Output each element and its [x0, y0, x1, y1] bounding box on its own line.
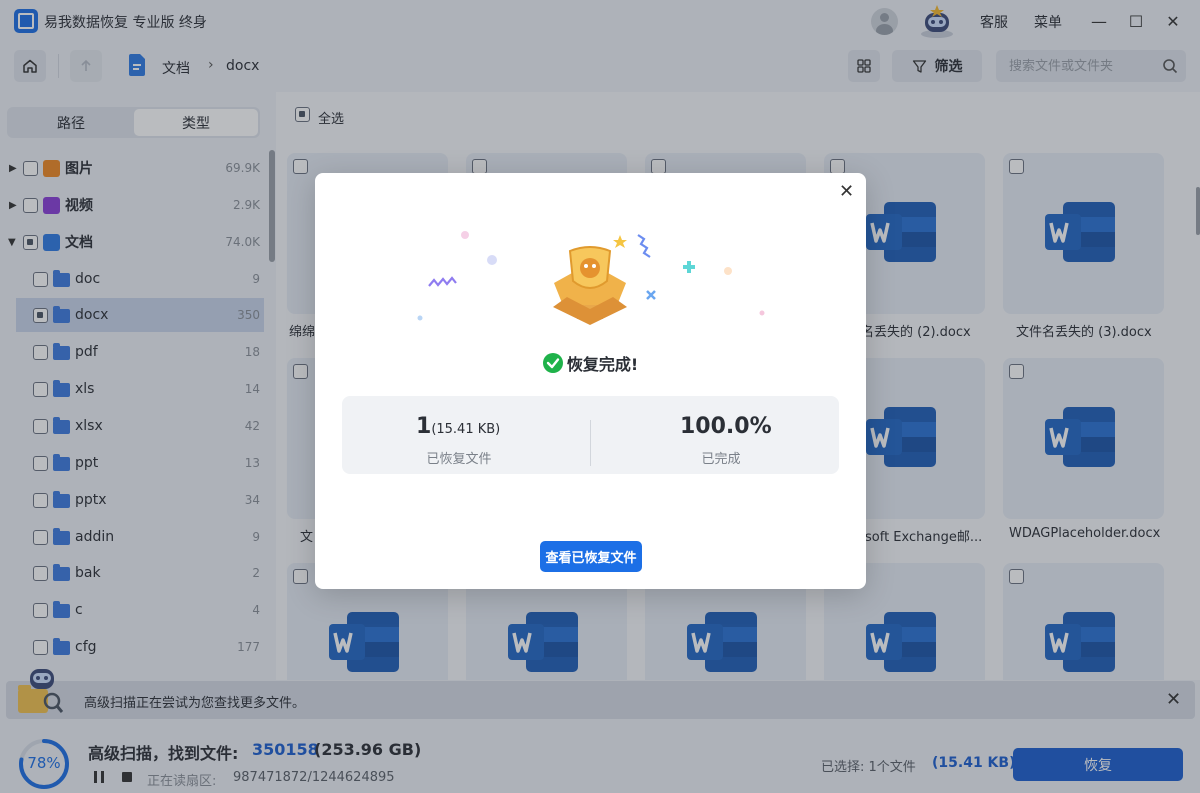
success-check-icon	[542, 353, 563, 373]
close-dialog-button[interactable]: ✕	[839, 181, 854, 202]
recovered-count: 1(15.41 KB)	[416, 414, 500, 439]
stats-divider	[590, 420, 591, 466]
view-recovered-files-button[interactable]: 查看已恢复文件	[540, 541, 642, 572]
completion-percent: 100.0%	[680, 414, 772, 439]
recovery-complete-dialog: ✕ 恢复完成! 1(15.41 KB) 已恢复文件 100.0% 已完成 查看已…	[315, 173, 866, 589]
recovered-count-value: 1	[416, 414, 432, 439]
recovered-files-label: 已恢复文件	[426, 452, 492, 467]
completion-status: 恢复完成!	[315, 351, 866, 375]
completion-label: 已完成	[701, 452, 741, 467]
recovered-size: (15.41 KB)	[431, 422, 501, 437]
completion-text: 恢复完成!	[566, 355, 639, 374]
recovery-stats-panel: 1(15.41 KB) 已恢复文件 100.0% 已完成	[342, 396, 839, 474]
